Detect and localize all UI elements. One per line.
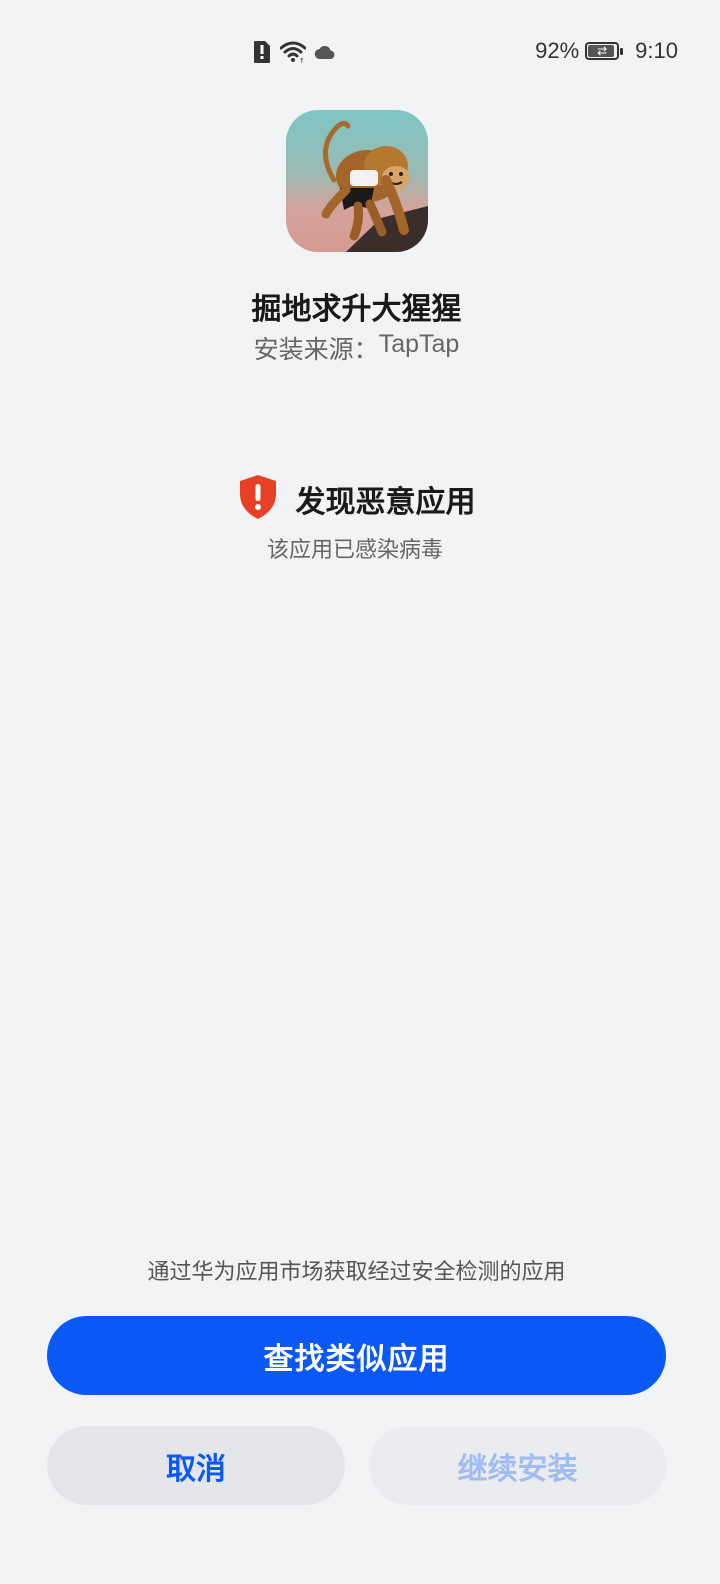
- status-bar: ↑↓ 92% ⇄ 9:10: [0, 0, 720, 106]
- battery-charging-icon: ⇄: [585, 42, 624, 60]
- clock: 9:10: [635, 38, 678, 63]
- warning-title: 发现恶意应用: [295, 485, 476, 520]
- charging-bolt-icon: ⇄: [597, 44, 608, 58]
- install-source-value: TapTap: [378, 330, 460, 358]
- sim-alert-icon: [252, 40, 272, 68]
- find-similar-apps-button[interactable]: 查找类似应用: [47, 1316, 666, 1395]
- app-name: 掘地求升大猩猩: [251, 292, 462, 327]
- cancel-button[interactable]: 取消: [47, 1426, 345, 1505]
- status-icons: ↑↓: [252, 40, 336, 68]
- warning-description: 该应用已感染病毒: [266, 538, 443, 563]
- wifi-icon: ↑↓: [279, 41, 311, 67]
- shield-alert-icon: [238, 474, 278, 524]
- appgallery-hint: 通过华为应用市场获取经过安全检测的应用: [147, 1260, 566, 1285]
- install-source: 安装来源： TapTap: [0, 330, 713, 366]
- status-right: 92% ⇄ 9:10: [535, 38, 678, 64]
- malware-warning: 发现恶意应用: [0, 474, 713, 524]
- cloud-icon: [314, 44, 336, 64]
- svg-text:↑↓: ↑↓: [299, 57, 306, 63]
- continue-install-button[interactable]: 继续安装: [369, 1426, 666, 1505]
- gorilla-app-icon: [286, 110, 428, 252]
- install-source-label: 安装来源：: [253, 335, 379, 364]
- battery-percent: 92%: [535, 38, 580, 63]
